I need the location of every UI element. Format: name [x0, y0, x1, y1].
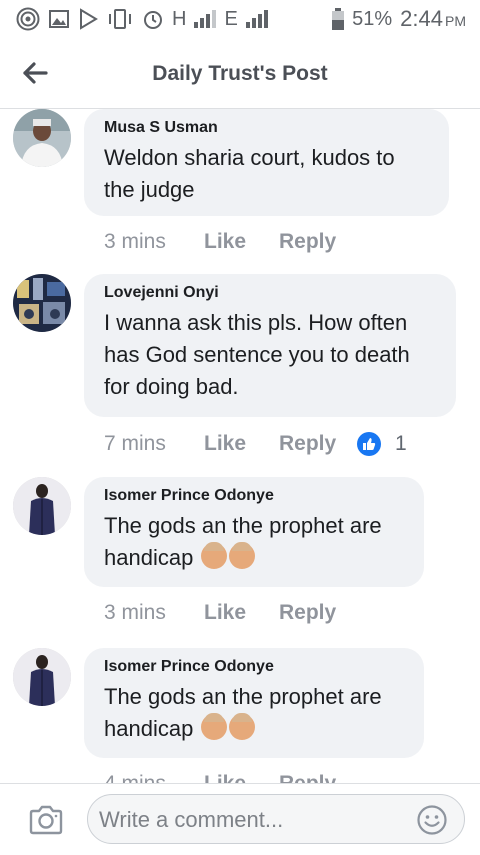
like-reaction-icon [357, 432, 381, 456]
comment-text: The gods an the prophet are handicap [104, 681, 404, 745]
comment-text: I wanna ask this pls. How often has God … [104, 310, 410, 399]
person-gesturing-no-emoji-icon [229, 542, 256, 569]
smiley-icon[interactable] [416, 804, 448, 836]
comment-author[interactable]: Isomer Prince Odonye [104, 658, 404, 676]
like-button[interactable]: Like [204, 772, 279, 783]
clock-time: 2:44 [400, 6, 443, 31]
camera-icon[interactable] [28, 804, 64, 836]
comment-bubble[interactable]: Isomer Prince Odonye The gods an the pro… [84, 648, 424, 758]
comment-bubble[interactable]: Isomer Prince Odonye The gods an the pro… [84, 477, 424, 587]
person-gesturing-no-emoji-icon [201, 542, 228, 569]
like-button[interactable]: Like [204, 230, 279, 254]
comment-bubble[interactable]: Musa S Usman Weldon sharia court, kudos … [84, 109, 449, 216]
post-header: Daily Trust's Post [0, 38, 480, 109]
comment-actions: 3 mins Like Reply [104, 601, 357, 625]
comment-author[interactable]: Isomer Prince Odonye [104, 487, 404, 505]
signal-icon-1 [194, 10, 217, 28]
network-type-2: E [224, 7, 238, 30]
reply-button[interactable]: Reply [279, 601, 357, 625]
comment-text: The gods an the prophet are handicap [104, 510, 404, 574]
comments-list[interactable]: Musa S Usman Weldon sharia court, kudos … [0, 109, 480, 783]
play-store-icon [80, 8, 98, 30]
comment-actions: 3 mins Like Reply [104, 230, 357, 254]
comment-actions: 7 mins Like Reply 1 [104, 432, 407, 456]
comment-bubble[interactable]: Lovejenni Onyi I wanna ask this pls. How… [84, 274, 456, 417]
comment-author[interactable]: Lovejenni Onyi [104, 284, 436, 302]
clock: 2:44 PM [400, 6, 466, 32]
avatar[interactable] [13, 648, 71, 706]
network-type-1: H [172, 7, 187, 30]
hotspot-icon [16, 7, 40, 31]
comment-text: Weldon sharia court, kudos to the judge [104, 145, 395, 202]
clock-ampm: PM [445, 13, 466, 29]
comment-time[interactable]: 3 mins [104, 601, 204, 625]
like-button[interactable]: Like [204, 601, 279, 625]
comment-composer: Write a comment... [0, 783, 480, 855]
avatar[interactable] [13, 477, 71, 535]
reply-button[interactable]: Reply [279, 432, 357, 456]
comment-time[interactable]: 7 mins [104, 432, 204, 456]
gallery-icon [49, 10, 69, 28]
reaction-summary[interactable]: 1 [357, 432, 407, 456]
reaction-count: 1 [395, 432, 407, 455]
vibrate-icon [109, 9, 131, 29]
person-gesturing-no-emoji-icon [229, 713, 256, 740]
comment-time[interactable]: 3 mins [104, 230, 204, 254]
reply-button[interactable]: Reply [279, 230, 357, 254]
reply-button[interactable]: Reply [279, 772, 357, 783]
comment-time[interactable]: 4 mins [104, 772, 204, 783]
battery-percent: 51% [352, 7, 393, 30]
battery-icon [332, 8, 345, 30]
comment-author[interactable]: Musa S Usman [104, 119, 429, 137]
like-button[interactable]: Like [204, 432, 279, 456]
comment-input[interactable]: Write a comment... [87, 794, 465, 844]
alarm-icon [144, 11, 162, 29]
status-bar: H E 51% 2:44 PM [0, 0, 480, 38]
person-gesturing-no-emoji-icon [201, 713, 228, 740]
page-title: Daily Trust's Post [152, 62, 328, 85]
avatar[interactable] [13, 274, 71, 332]
signal-icon-2 [245, 10, 268, 28]
comment-actions: 4 mins Like Reply [104, 772, 357, 783]
comment-input-placeholder: Write a comment... [99, 807, 284, 832]
avatar[interactable] [13, 109, 71, 167]
